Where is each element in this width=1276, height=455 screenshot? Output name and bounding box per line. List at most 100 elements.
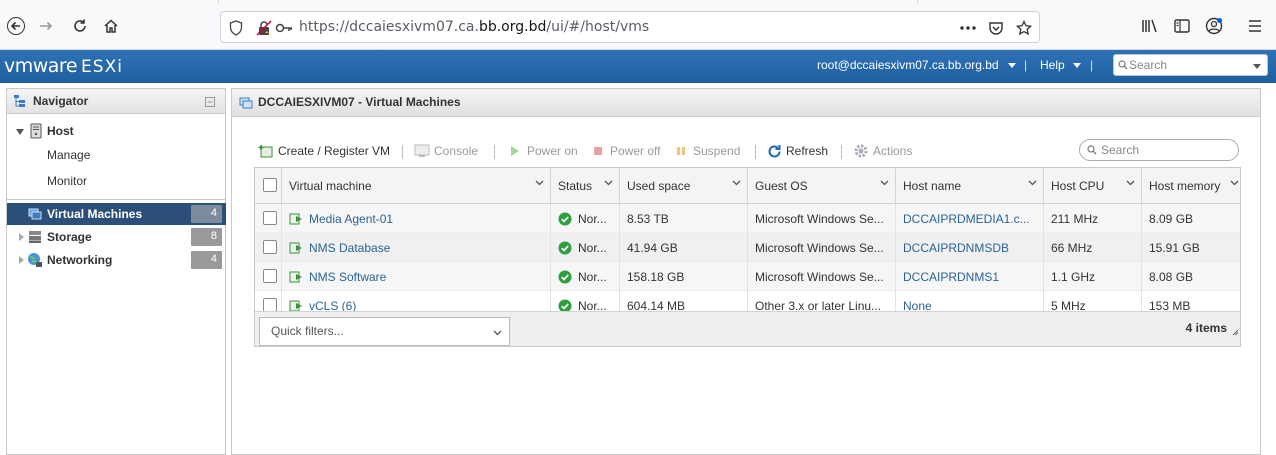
vm-host-name-link[interactable]: DCCAIPRDNMSDB xyxy=(903,241,1009,255)
toolbar-separator xyxy=(755,145,756,159)
status-ok-icon xyxy=(558,241,572,255)
row-checkbox[interactable] xyxy=(263,240,277,254)
nav-item-host[interactable]: Host xyxy=(7,120,226,142)
power-off-button[interactable]: Power off xyxy=(590,142,660,160)
bookmark-star-icon[interactable] xyxy=(1015,19,1033,37)
url-text[interactable]: https://dccaiesxivm07.ca.bb.org.bd/ui/#/… xyxy=(299,19,649,35)
url-bar[interactable]: https://dccaiesxivm07.ca.bb.org.bd/ui/#/… xyxy=(220,11,1040,43)
sidebar-icon[interactable] xyxy=(1172,16,1192,36)
column-used-space[interactable]: Used space xyxy=(620,168,748,204)
refresh-button[interactable]: Refresh xyxy=(766,142,828,160)
reload-button[interactable] xyxy=(66,12,94,40)
search-icon xyxy=(1087,145,1097,155)
networking-count-badge: 4 xyxy=(191,251,222,269)
header-search-placeholder: Search xyxy=(1129,58,1168,72)
vmware-esxi-logo: vmware ESXi xyxy=(4,55,123,77)
suspend-button[interactable]: Suspend xyxy=(673,142,740,160)
caret-down-icon xyxy=(1253,64,1261,69)
power-on-icon xyxy=(507,143,523,159)
user-menu[interactable]: root@dccaiesxivm07.ca.bb.org.bd xyxy=(817,58,1016,72)
network-icon xyxy=(28,253,42,267)
power-on-button[interactable]: Power on xyxy=(507,142,578,160)
key-icon[interactable] xyxy=(275,19,293,37)
row-checkbox[interactable] xyxy=(263,211,277,225)
nav-vms-label: Virtual Machines xyxy=(47,207,143,221)
home-button[interactable] xyxy=(97,12,125,40)
toolbar-separator xyxy=(841,145,842,159)
status-ok-icon xyxy=(558,212,572,226)
collapse-icon[interactable] xyxy=(205,97,215,107)
column-virtual-machine[interactable]: Virtual machine xyxy=(282,168,551,204)
resize-grip-icon[interactable] xyxy=(1232,329,1239,336)
vm-host-name-cell: DCCAIPRDMEDIA1.c... xyxy=(896,204,1044,233)
column-label: Virtual machine xyxy=(289,179,372,193)
logo-vmware-text: vmware xyxy=(4,55,78,77)
virtual-machines-panel: DCCAIESXIVM07 - Virtual Machines Create … xyxy=(231,88,1261,455)
column-guest-os[interactable]: Guest OS xyxy=(748,168,896,204)
column-host-memory[interactable]: Host memory xyxy=(1142,168,1240,204)
actions-button[interactable]: Actions xyxy=(853,142,912,160)
insecure-lock-icon[interactable] xyxy=(255,19,273,37)
nav-item-storage[interactable]: Storage 8 xyxy=(7,226,226,248)
select-all-checkbox[interactable] xyxy=(263,178,277,192)
console-button[interactable]: Console xyxy=(414,142,478,160)
column-host-cpu[interactable]: Host CPU xyxy=(1044,168,1142,204)
table-row[interactable]: Media Agent-01 Nor... 8.53 TB Microsoft … xyxy=(255,204,1240,233)
vm-name-link[interactable]: NMS Software xyxy=(309,270,386,284)
table-row[interactable]: NMS Software Nor... 158.18 GB Microsoft … xyxy=(255,262,1240,291)
navigator-title: Navigator xyxy=(33,94,89,108)
expand-caret-icon xyxy=(16,129,24,135)
column-status[interactable]: Status xyxy=(551,168,620,204)
help-menu[interactable]: Help xyxy=(1040,58,1082,72)
vm-table: Virtual machine Status Used space Guest … xyxy=(254,167,1241,347)
row-checkbox[interactable] xyxy=(263,269,277,283)
vm-powered-on-icon xyxy=(289,213,302,225)
table-row[interactable]: NMS Database Nor... 41.94 GB Microsoft W… xyxy=(255,233,1240,262)
home-icon xyxy=(104,19,118,33)
header-search-input[interactable]: Search xyxy=(1113,54,1268,76)
library-icon[interactable] xyxy=(1140,16,1160,36)
page-actions-icon[interactable] xyxy=(959,19,977,37)
vm-host-name-link[interactable]: DCCAIPRDMEDIA1.c... xyxy=(903,212,1030,226)
logo-esxi-text: ESXi xyxy=(81,57,123,77)
account-icon[interactable] xyxy=(1204,16,1224,36)
user-label: root@dccaiesxivm07.ca.bb.org.bd xyxy=(817,58,999,72)
quick-filters-label: Quick filters... xyxy=(271,324,344,338)
url-domain: bb.org.bd xyxy=(478,19,547,35)
back-button[interactable] xyxy=(2,12,30,40)
column-host-name[interactable]: Host name xyxy=(896,168,1044,204)
vm-host-cpu-cell: 1.1 GHz xyxy=(1044,262,1142,291)
power-off-icon xyxy=(590,143,606,159)
vm-name-link[interactable]: Media Agent-01 xyxy=(309,212,393,226)
vm-host-name-link[interactable]: DCCAIPRDNMS1 xyxy=(903,270,999,284)
vm-status-cell: Nor... xyxy=(551,233,620,262)
vm-name-link[interactable]: NMS Database xyxy=(309,241,390,255)
toolbar-separator xyxy=(402,145,403,159)
chevron-down-icon xyxy=(1126,180,1135,186)
create-register-vm-label: Create / Register VM xyxy=(278,144,391,158)
vm-name-cell: Media Agent-01 xyxy=(282,204,551,233)
nav-item-monitor[interactable]: Monitor xyxy=(7,170,226,192)
create-register-vm-button[interactable]: Create / Register VM xyxy=(258,142,390,160)
row-checkbox[interactable] xyxy=(263,298,277,312)
back-arrow-icon xyxy=(7,17,25,35)
vm-search-input[interactable]: Search xyxy=(1079,139,1239,161)
menu-icon[interactable] xyxy=(1245,16,1265,36)
quick-filters-select[interactable]: Quick filters... xyxy=(259,317,510,346)
nav-networking-label: Networking xyxy=(47,253,113,267)
pocket-icon[interactable] xyxy=(987,19,1005,37)
nav-item-virtual-machines[interactable]: Virtual Machines 4 xyxy=(7,203,226,225)
column-label: Guest OS xyxy=(755,179,808,193)
row-select-cell xyxy=(255,262,282,291)
vm-status-cell: Nor... xyxy=(551,262,620,291)
vm-powered-on-icon xyxy=(289,271,302,283)
search-icon xyxy=(1118,60,1128,70)
nav-item-networking[interactable]: Networking 4 xyxy=(7,249,226,271)
chevron-down-icon xyxy=(535,180,544,186)
vm-used-space: 158.18 GB xyxy=(627,270,685,284)
shield-icon[interactable] xyxy=(227,19,245,37)
nav-item-manage[interactable]: Manage xyxy=(7,144,226,166)
vm-guest-os-cell: Microsoft Windows Se... xyxy=(748,262,896,291)
forward-button[interactable] xyxy=(32,12,60,40)
refresh-icon xyxy=(766,143,782,159)
